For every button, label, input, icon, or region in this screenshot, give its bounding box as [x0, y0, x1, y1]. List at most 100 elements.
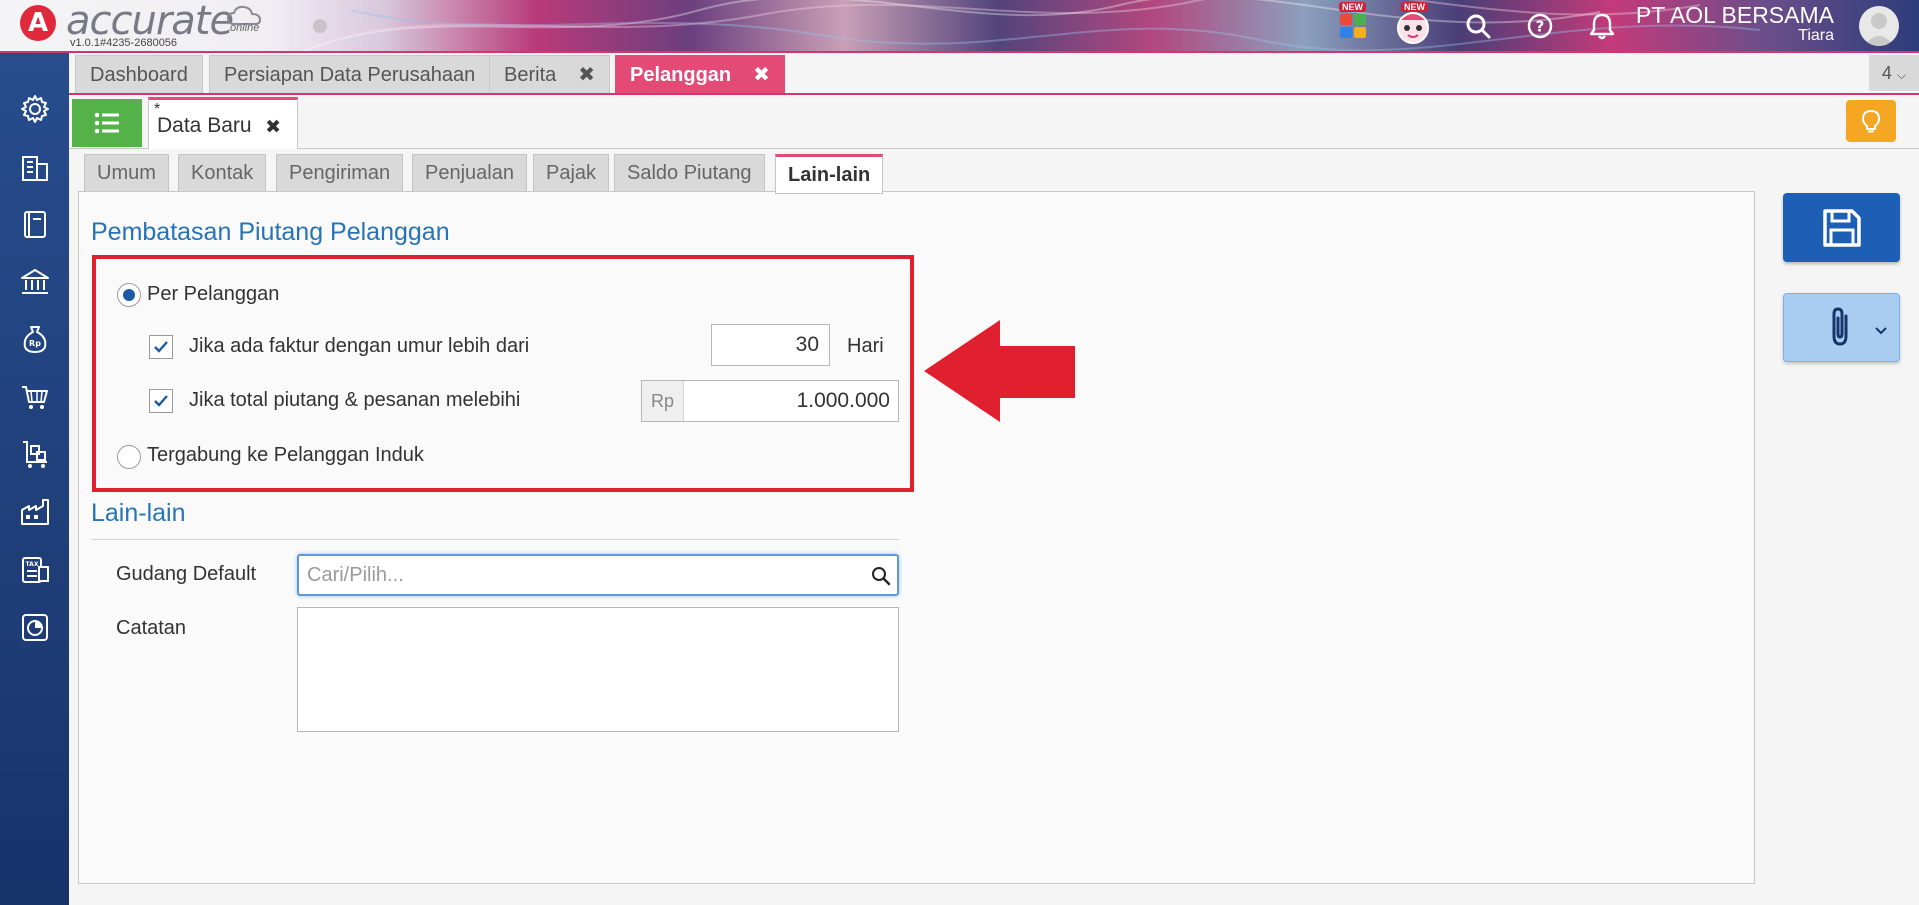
svg-text:TAX: TAX: [26, 561, 39, 568]
per-customer-label: Per Pelanggan: [147, 283, 280, 305]
company-name[interactable]: PT AOL BERSAMA: [1636, 2, 1834, 29]
close-icon[interactable]: ✖: [753, 56, 770, 94]
document-tabs: Dashboard Persiapan Data Perusahaan Beri…: [69, 53, 1919, 95]
sidebar-item-receivables[interactable]: Rp: [17, 321, 53, 357]
tab-persiapan-data[interactable]: Persiapan Data Perusahaan: [209, 55, 491, 93]
tab-pelanggan[interactable]: Pelanggan ✖: [615, 55, 785, 93]
book-icon: [24, 211, 46, 238]
close-icon[interactable]: ✖: [578, 56, 595, 94]
save-button[interactable]: [1783, 193, 1900, 262]
currency-prefix: Rp: [642, 381, 684, 421]
tab-label: Pelanggan: [630, 63, 732, 86]
sidebar-item-settings[interactable]: [17, 91, 53, 127]
mascot-button[interactable]: NEW: [1395, 2, 1431, 44]
invoice-age-input[interactable]: 30: [711, 324, 830, 366]
paperclip-icon: [1832, 307, 1848, 346]
gear-icon: [21, 95, 49, 123]
mascot-icon: [1397, 12, 1429, 44]
lightbulb-icon: [1861, 109, 1881, 133]
help-button[interactable]: ?: [1522, 8, 1558, 44]
logo-suffix: online: [230, 22, 260, 34]
list-icon: [94, 112, 119, 134]
new-badge: NEW: [1401, 2, 1428, 12]
close-icon[interactable]: ✖: [265, 116, 281, 139]
search-icon[interactable]: [871, 566, 891, 586]
attachment-button[interactable]: [1783, 293, 1900, 362]
left-arrow-annotation-icon: [924, 320, 1075, 422]
new-badge: NEW: [1339, 2, 1366, 12]
accurate-logo-icon[interactable]: A: [20, 5, 56, 41]
warehouse-input[interactable]: Cari/Pilih...: [297, 554, 899, 596]
sidebar-item-ledger[interactable]: [17, 206, 53, 242]
sidebar-item-reports[interactable]: [17, 609, 53, 645]
form-tab-pengiriman[interactable]: Pengiriman: [276, 154, 404, 192]
search-button[interactable]: [1460, 8, 1496, 44]
document-title: Data Baru: [157, 114, 252, 137]
tab-data-baru[interactable]: * Data Baru ✖: [148, 97, 298, 149]
chevron-down-icon: ⌵: [1896, 68, 1907, 82]
form-tab-penjualan[interactable]: Penjualan: [412, 154, 527, 192]
per-customer-radio[interactable]: [117, 283, 141, 307]
header-background-waves: [302, 0, 1761, 51]
tab-label: Berita: [504, 63, 557, 86]
bank-icon: [21, 269, 49, 294]
total-limit-field[interactable]: Rp 1.000.000: [641, 380, 899, 422]
tips-button[interactable]: [1846, 100, 1896, 142]
warehouse-label: Gudang Default: [116, 563, 257, 585]
status-dot: [313, 19, 327, 33]
notes-label: Catatan: [116, 617, 187, 639]
invoice-age-checkbox[interactable]: [149, 335, 173, 359]
help-icon: ?: [1527, 13, 1553, 39]
tab-label: Dashboard: [90, 63, 188, 86]
form-tab-saldo-piutang[interactable]: Saldo Piutang: [614, 154, 765, 192]
parent-customer-label: Tergabung ke Pelanggan Induk: [147, 444, 424, 466]
notification-button[interactable]: [1584, 8, 1620, 44]
total-limit-checkbox[interactable]: [149, 389, 173, 413]
notes-textarea[interactable]: [297, 607, 899, 732]
tab-count-dropdown[interactable]: 4 ⌵: [1869, 55, 1919, 91]
list-view-button[interactable]: [72, 99, 142, 147]
tax-icon: TAX: [22, 557, 49, 583]
checkmark-icon: [154, 341, 168, 353]
tab-label: Persiapan Data Perusahaan: [224, 63, 476, 86]
sidebar-item-purchase[interactable]: [17, 436, 53, 472]
parent-customer-radio[interactable]: [117, 445, 141, 469]
avatar[interactable]: [1859, 6, 1899, 46]
sidebar-item-tax[interactable]: TAX: [17, 551, 53, 587]
warehouse-placeholder: Cari/Pilih...: [307, 564, 404, 586]
tab-berita[interactable]: Berita ✖: [489, 55, 611, 94]
form-tab-kontak[interactable]: Kontak: [178, 154, 267, 192]
user-name[interactable]: Tiara: [1798, 27, 1834, 45]
tab-count: 4: [1881, 63, 1892, 83]
version-label: v1.0.1#4235-2680056: [70, 37, 178, 49]
age-unit-label: Hari: [847, 335, 884, 357]
chevron-down-icon: [1875, 327, 1887, 335]
svg-text:?: ?: [1536, 18, 1545, 36]
svg-text:Rp: Rp: [29, 339, 41, 348]
form-tab-lain-lain[interactable]: Lain-lain: [775, 154, 884, 194]
credit-limit-section-title: Pembatasan Piutang Pelanggan: [91, 218, 450, 246]
main-sidebar: Rp TAX: [0, 53, 69, 905]
checkmark-icon: [154, 395, 168, 407]
sidebar-item-company[interactable]: [17, 149, 53, 185]
apps-icon: [1340, 14, 1366, 38]
sidebar-item-bank[interactable]: [17, 264, 53, 300]
section-divider: [91, 539, 899, 540]
search-icon: [1466, 14, 1491, 39]
form-tab-umum[interactable]: Umum: [84, 154, 169, 192]
trolley-icon: [23, 441, 47, 468]
building-icon: [22, 156, 48, 181]
user-avatar-icon: [1864, 13, 1894, 46]
money-bag-icon: Rp: [23, 326, 47, 353]
tab-dashboard[interactable]: Dashboard: [75, 55, 203, 93]
report-icon: [22, 614, 48, 641]
apps-button[interactable]: NEW: [1335, 2, 1371, 44]
save-icon: [1822, 208, 1861, 247]
total-limit-label: Jika total piutang & pesanan melebihi: [189, 389, 521, 411]
sidebar-item-inventory[interactable]: [17, 494, 53, 530]
form-tab-pajak[interactable]: Pajak: [533, 154, 610, 192]
total-limit-value: 1.000.000: [796, 389, 890, 412]
sidebar-item-sales[interactable]: [17, 379, 53, 415]
unsaved-marker: *: [154, 101, 161, 118]
invoice-age-label: Jika ada faktur dengan umur lebih dari: [189, 335, 530, 357]
